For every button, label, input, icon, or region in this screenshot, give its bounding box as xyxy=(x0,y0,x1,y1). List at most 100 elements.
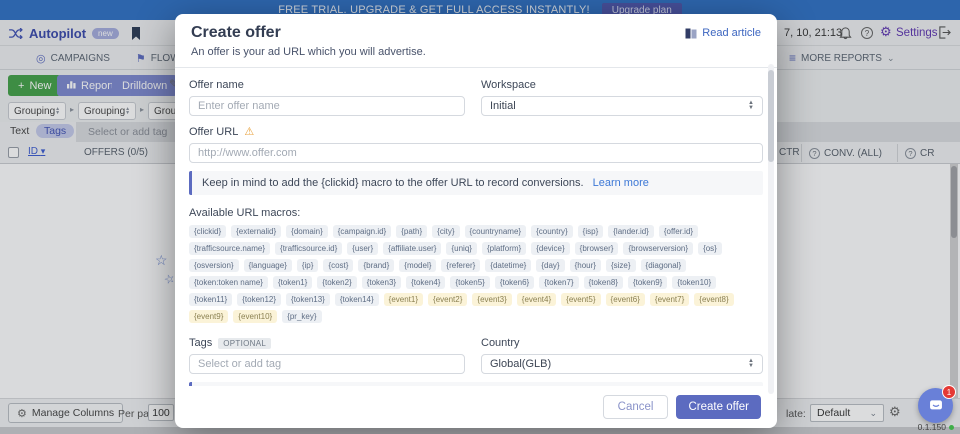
macro-chip-list: {clickid} {externalid} {domain} {campaign.i… xyxy=(189,225,763,323)
offer-url-label: Offer URL xyxy=(189,126,238,138)
country-label: Country xyxy=(481,337,763,349)
tags-label: Tags xyxy=(189,337,212,349)
macro-chip[interactable]: {language} xyxy=(244,259,292,272)
book-icon xyxy=(685,28,697,39)
modal-footer: Cancel Create offer xyxy=(175,386,777,428)
version-label: 0.1.150 xyxy=(918,422,954,432)
macro-chip[interactable]: {model} xyxy=(399,259,436,272)
offer-url-input[interactable] xyxy=(189,143,763,163)
macro-chip[interactable]: {domain} xyxy=(286,225,328,238)
macro-chip[interactable]: {hour} xyxy=(570,259,601,272)
macro-chip[interactable]: {event1} xyxy=(384,293,423,306)
create-offer-button[interactable]: Create offer xyxy=(676,395,761,419)
modal-body: Offer name Workspace Initial ▲▼ Offer UR… xyxy=(175,68,777,386)
macro-chip[interactable]: {trafficsource.name} xyxy=(189,242,270,255)
macro-chip[interactable]: {day} xyxy=(536,259,564,272)
macro-chip[interactable]: {event9} xyxy=(189,310,228,323)
macros-label: Available URL macros: xyxy=(189,207,763,219)
modal-subtitle: An offer is your ad URL which you will a… xyxy=(191,46,761,58)
macro-chip[interactable]: {token3} xyxy=(362,276,401,289)
chat-icon xyxy=(927,397,945,414)
macro-chip[interactable]: {device} xyxy=(531,242,569,255)
macro-chip[interactable]: {event10} xyxy=(233,310,277,323)
macro-chip[interactable]: {trafficsource.id} xyxy=(275,242,342,255)
macro-chip[interactable]: {event5} xyxy=(561,293,600,306)
offer-name-input[interactable] xyxy=(189,96,465,116)
chat-widget-button[interactable]: 1 xyxy=(918,388,953,423)
macro-chip[interactable]: {token10} xyxy=(672,276,716,289)
modal-scrollbar-thumb[interactable] xyxy=(768,70,774,162)
macro-chip[interactable]: {token2} xyxy=(317,276,356,289)
workspace-select[interactable]: Initial ▲▼ xyxy=(481,96,763,116)
macro-chip[interactable]: {token12} xyxy=(237,293,281,306)
macro-chip[interactable]: {event7} xyxy=(650,293,689,306)
macro-chip[interactable]: {platform} xyxy=(482,242,526,255)
warning-icon: ⚠ xyxy=(244,125,254,138)
read-article-link[interactable]: Read article xyxy=(685,27,761,39)
macro-chip[interactable]: {diagonal} xyxy=(641,259,687,272)
country-select[interactable]: Global(GLB) ▲▼ xyxy=(481,354,763,374)
macro-chip[interactable]: {country} xyxy=(531,225,573,238)
macro-chip[interactable]: {countryname} xyxy=(465,225,527,238)
macro-chip[interactable]: {token1} xyxy=(273,276,312,289)
learn-more-link[interactable]: Learn more xyxy=(593,177,649,189)
updown-icon: ▲▼ xyxy=(748,359,754,369)
macro-chip[interactable]: {browser} xyxy=(575,242,619,255)
clickid-note-text: Keep in mind to add the {clickid} macro … xyxy=(202,177,584,189)
macro-chip[interactable]: {token9} xyxy=(628,276,667,289)
modal-scrollbar[interactable] xyxy=(768,64,774,394)
macro-chip[interactable]: {referer} xyxy=(441,259,480,272)
macro-chip[interactable]: {isp} xyxy=(578,225,604,238)
macro-chip[interactable]: {token7} xyxy=(539,276,578,289)
macro-chip[interactable]: {event3} xyxy=(472,293,511,306)
macro-chip[interactable]: {lander.id} xyxy=(608,225,654,238)
macro-chip[interactable]: {datetime} xyxy=(485,259,531,272)
macro-chip[interactable]: {uniq} xyxy=(446,242,476,255)
workspace-value: Initial xyxy=(490,100,516,112)
create-offer-modal: Create offer An offer is your ad URL whi… xyxy=(175,14,777,428)
app-window: FREE TRIAL. UPGRADE & GET FULL ACCESS IN… xyxy=(0,0,960,434)
macro-chip[interactable]: {token4} xyxy=(406,276,445,289)
macro-chip[interactable]: {browserversion} xyxy=(623,242,693,255)
macro-chip[interactable]: {brand} xyxy=(358,259,394,272)
macro-chip[interactable]: {path} xyxy=(396,225,427,238)
macro-chip[interactable]: {token:token name} xyxy=(189,276,268,289)
macro-chip[interactable]: {token6} xyxy=(495,276,534,289)
macro-chip[interactable]: {clickid} xyxy=(189,225,226,238)
macro-chip[interactable]: {token5} xyxy=(450,276,489,289)
macro-chip[interactable]: {cost} xyxy=(323,259,353,272)
macro-chip[interactable]: {size} xyxy=(606,259,636,272)
macro-chip[interactable]: {externalid} xyxy=(231,225,281,238)
version-number: 0.1.150 xyxy=(918,422,946,432)
macro-chip[interactable]: {event8} xyxy=(694,293,733,306)
macro-chip[interactable]: {token14} xyxy=(335,293,379,306)
read-article-label: Read article xyxy=(702,27,761,39)
macro-chip[interactable]: {pr_key} xyxy=(282,310,321,323)
macro-chip[interactable]: {token11} xyxy=(189,293,232,306)
country-value: Global(GLB) xyxy=(490,358,551,370)
updown-icon: ▲▼ xyxy=(748,101,754,111)
macro-chip[interactable]: {offer.id} xyxy=(659,225,698,238)
macro-chip[interactable]: {affiliate.user} xyxy=(383,242,441,255)
modal-header: Create offer An offer is your ad URL whi… xyxy=(175,14,777,68)
macro-chip[interactable]: {user} xyxy=(347,242,378,255)
status-dot-icon xyxy=(949,425,954,430)
optional-badge: OPTIONAL xyxy=(218,338,271,349)
cancel-button[interactable]: Cancel xyxy=(603,395,669,419)
macro-chip[interactable]: {osversion} xyxy=(189,259,239,272)
modal-title: Create offer xyxy=(191,24,761,42)
clickid-note: Keep in mind to add the {clickid} macro … xyxy=(189,171,763,195)
macro-chip[interactable]: {ip} xyxy=(297,259,319,272)
macro-chip[interactable]: {token13} xyxy=(286,293,330,306)
workspace-label: Workspace xyxy=(481,79,763,91)
macro-chip[interactable]: {event2} xyxy=(428,293,467,306)
macro-chip[interactable]: {city} xyxy=(432,225,459,238)
macro-chip[interactable]: {campaign.id} xyxy=(333,225,391,238)
macro-chip[interactable]: {event4} xyxy=(517,293,556,306)
macro-chip[interactable]: {os} xyxy=(698,242,722,255)
macro-chip[interactable]: {token8} xyxy=(584,276,623,289)
macro-chip[interactable]: {event6} xyxy=(606,293,645,306)
chat-notification-badge: 1 xyxy=(942,385,956,399)
tags-input[interactable] xyxy=(189,354,465,374)
offer-name-label: Offer name xyxy=(189,79,465,91)
